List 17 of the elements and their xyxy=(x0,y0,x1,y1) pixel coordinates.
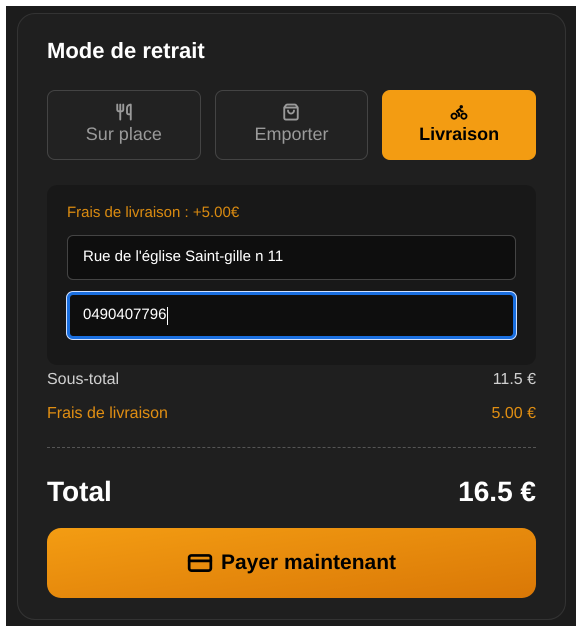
bag-icon xyxy=(282,102,300,120)
summary-amount: 11.5 € xyxy=(492,370,536,390)
delivery-fee-note: Frais de livraison : +5.00€ xyxy=(67,203,240,223)
pay-button[interactable]: Payer maintenant xyxy=(47,528,536,598)
input-field[interactable]: 0490407796 xyxy=(67,292,516,339)
total-amount: 16.5 € xyxy=(458,475,536,509)
pickup-mode-tab[interactable]: Sur place xyxy=(47,90,201,160)
summary-label: Frais de livraison xyxy=(47,404,168,424)
pickup-mode-tab[interactable]: Emporter xyxy=(214,90,368,160)
input-field[interactable]: Rue de l'église Saint-gille n 11 xyxy=(67,235,516,280)
total-label: Total xyxy=(47,475,112,509)
summary-amount: 5.00 € xyxy=(492,404,536,424)
summary-label: Sous-total xyxy=(47,370,120,390)
text-cursor xyxy=(167,306,168,324)
pickup-mode-tab[interactable]: Livraison xyxy=(382,90,536,160)
section-title: Mode de retrait xyxy=(47,37,206,65)
cutlery-icon xyxy=(114,102,133,120)
